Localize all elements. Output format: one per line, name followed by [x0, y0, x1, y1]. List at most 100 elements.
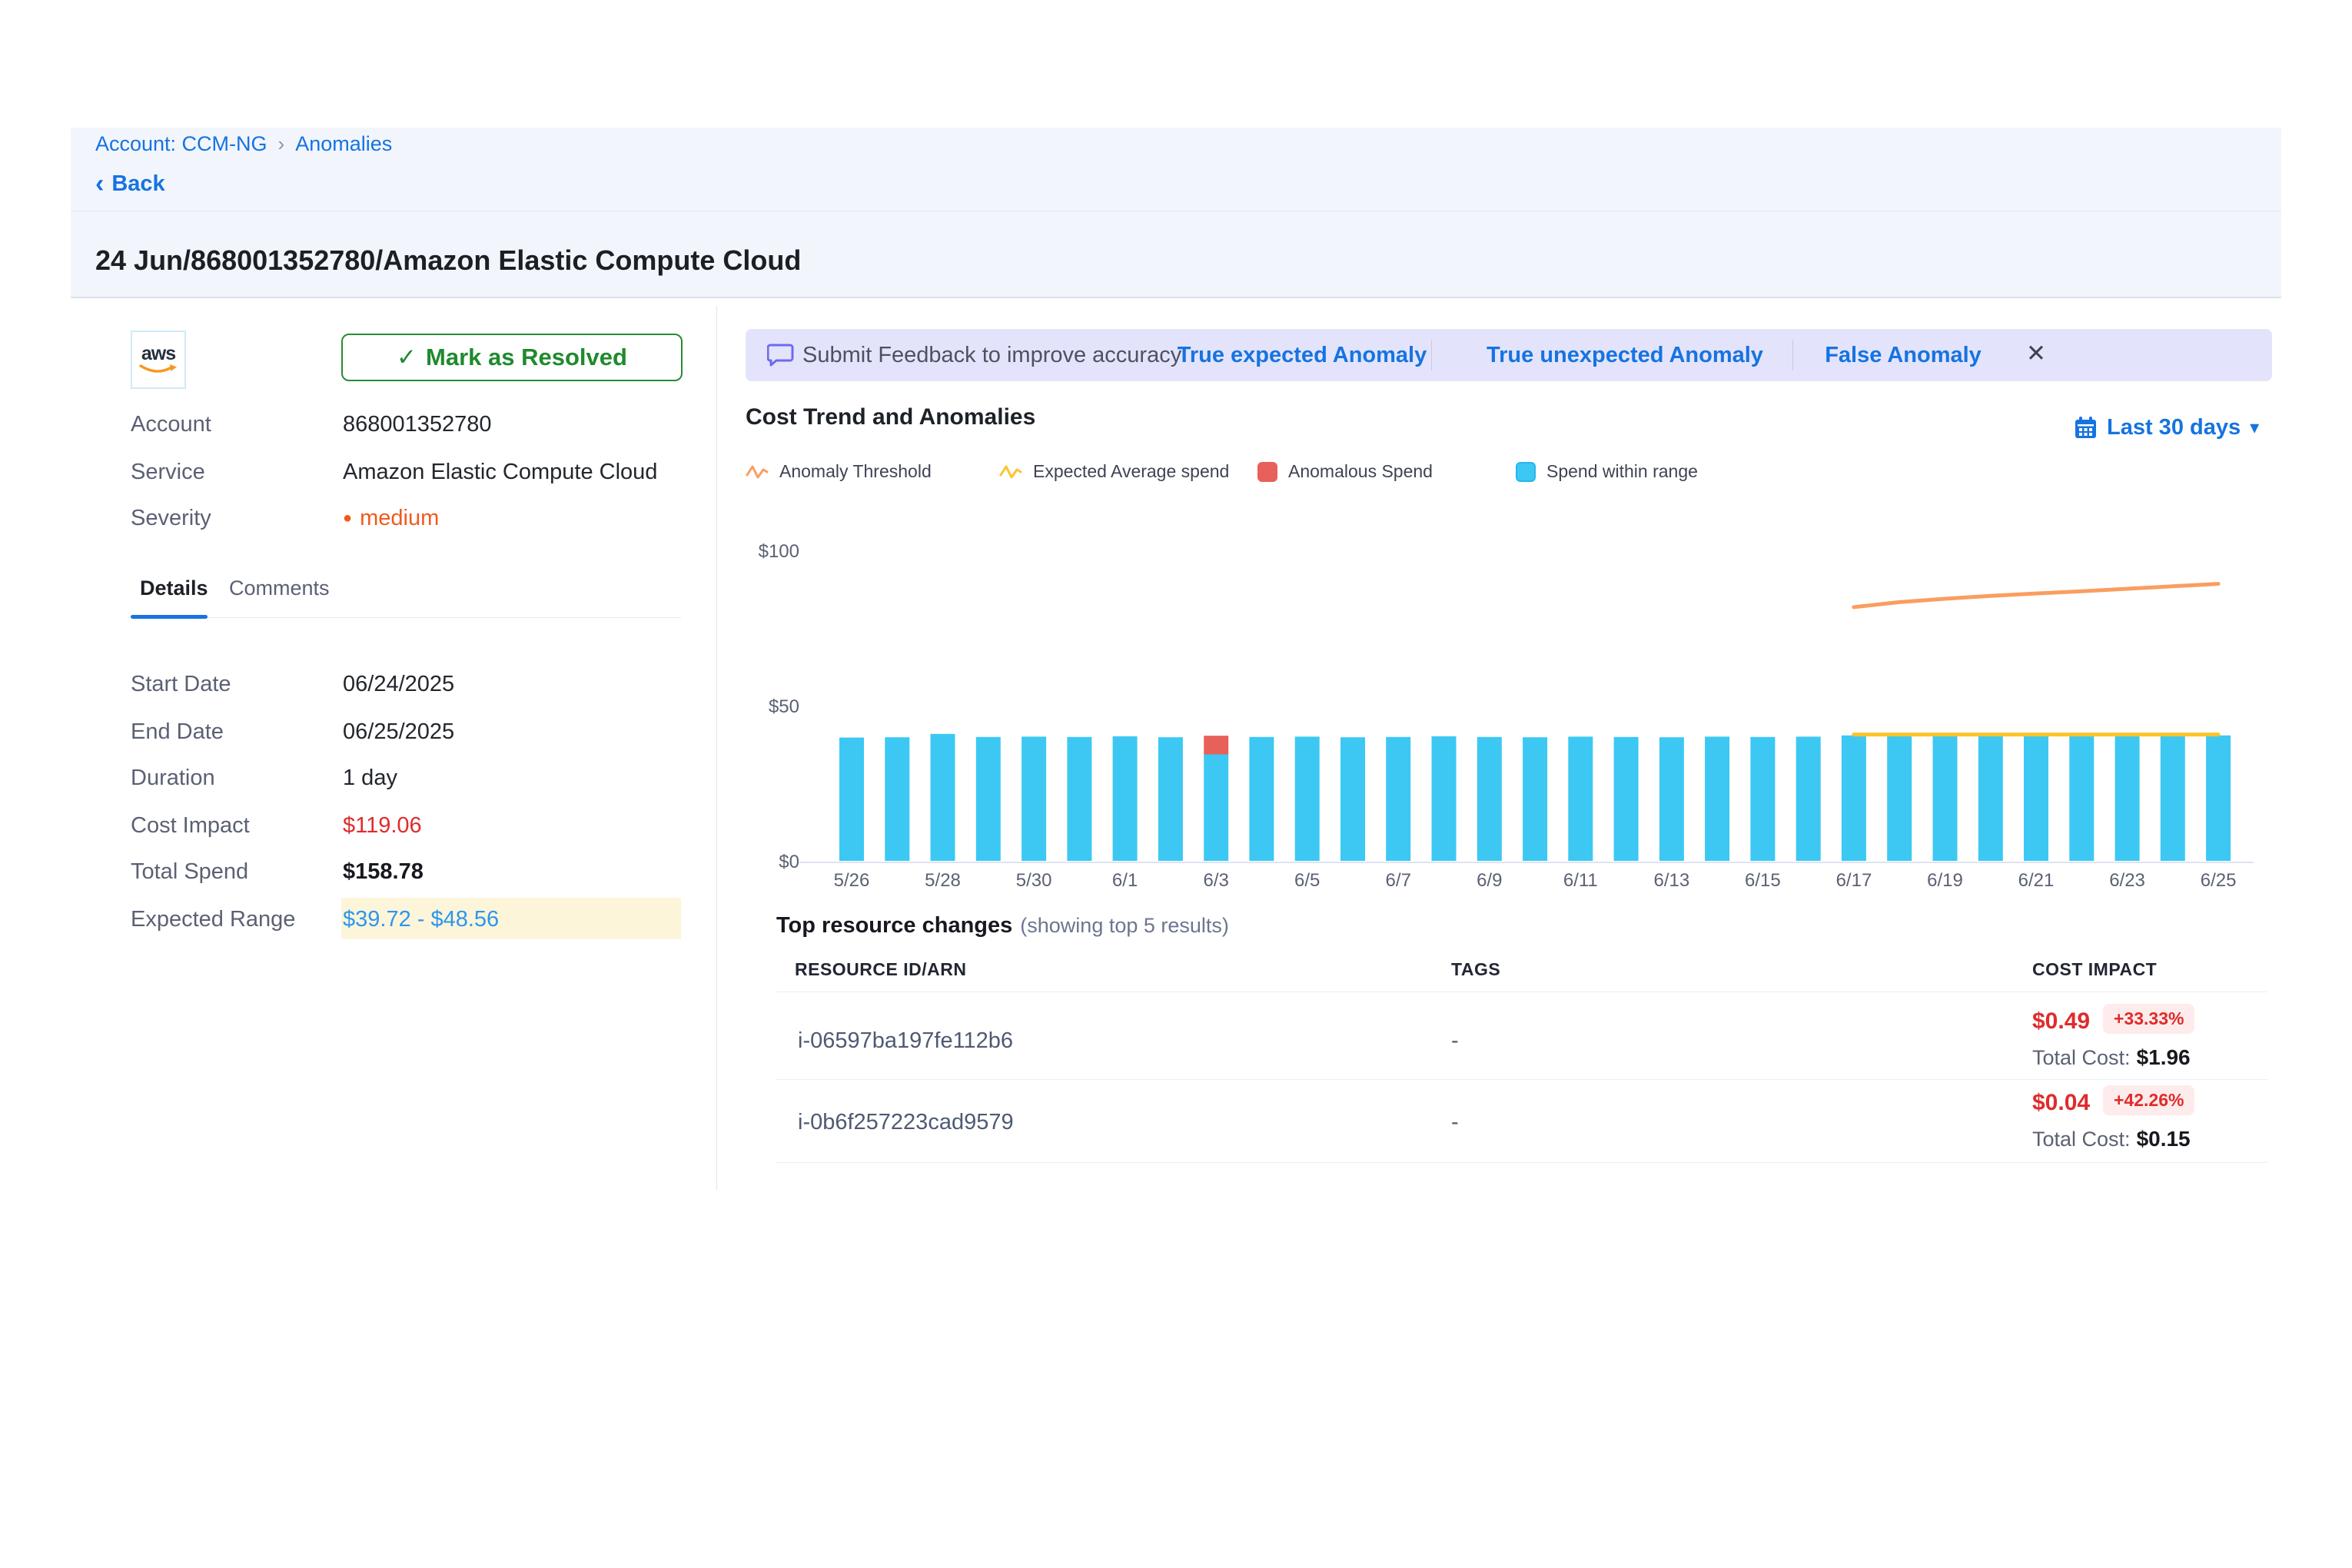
feedback-true-expected-button[interactable]: True expected Anomaly — [1171, 343, 1433, 368]
breadcrumb-account-link[interactable]: Account: CCM-NG — [95, 132, 267, 156]
breadcrumb-anomalies-link[interactable]: Anomalies — [295, 132, 392, 156]
total-cost-value: $1.96 — [2137, 1045, 2191, 1069]
back-button[interactable]: ‹ Back — [95, 171, 165, 197]
back-label: Back — [111, 171, 164, 197]
banner-divider — [1431, 340, 1432, 370]
tab-active-underline — [131, 615, 208, 619]
xtick-label: 6/13 — [1633, 870, 1710, 892]
date-range-label: Last 30 days — [2107, 415, 2241, 440]
breadcrumb: Account: CCM-NG › Anomalies — [95, 132, 392, 156]
aws-logo-text: aws — [141, 344, 175, 364]
start-date-label: Start Date — [131, 672, 338, 697]
tab-border — [131, 617, 681, 618]
severity-text: medium — [360, 506, 439, 530]
chart-legend: Anomaly Threshold Expected Average spend… — [746, 461, 1698, 482]
xtick-label: 5/30 — [995, 870, 1072, 892]
threshold-line-icon — [746, 462, 769, 482]
service-value: Amazon Elastic Compute Cloud — [343, 460, 657, 485]
duration-label: Duration — [131, 766, 338, 791]
cost-impact-label: Cost Impact — [131, 813, 338, 839]
total-cost-value: $0.15 — [2137, 1127, 2191, 1151]
legend-anomaly-threshold: Anomaly Threshold — [746, 461, 999, 482]
account-label: Account — [131, 412, 331, 437]
xtick-label: 6/15 — [1724, 870, 1801, 892]
legend-expected-average: Expected Average spend — [999, 461, 1257, 482]
duration-value: 1 day — [343, 766, 397, 791]
xtick-label: 6/23 — [2089, 870, 2166, 892]
xtick-label: 6/5 — [1269, 870, 1346, 892]
xtick-label: 6/25 — [2180, 870, 2257, 892]
tab-details[interactable]: Details — [140, 576, 208, 600]
service-label: Service — [131, 460, 331, 485]
xtick-label: 6/17 — [1815, 870, 1892, 892]
top-resources-title-text: Top resource changes — [776, 913, 1012, 938]
total-cost-label: Total Cost: — [2032, 1046, 2131, 1069]
table-divider — [776, 1079, 2267, 1080]
anomalous-swatch-icon — [1257, 462, 1277, 482]
cost-percent-badge: +33.33% — [2103, 1004, 2194, 1034]
resolve-button-label: Mark as Resolved — [426, 344, 627, 371]
banner-divider — [1792, 340, 1793, 370]
cost-impact-value: $119.06 — [343, 813, 422, 839]
table-row-tags: - — [1451, 1110, 1459, 1135]
end-date-value: 06/25/2025 — [343, 719, 454, 745]
feedback-close-icon[interactable]: ✕ — [2026, 340, 2046, 367]
severity-value: ● medium — [343, 506, 439, 531]
top-resources-subtitle: (showing top 5 results) — [1020, 914, 1229, 937]
panel-divider — [716, 306, 717, 1190]
x-axis-line — [799, 862, 2254, 863]
feedback-banner: Submit Feedback to improve accuracy: Tru… — [746, 329, 2272, 381]
table-divider — [776, 1162, 2267, 1163]
table-row-tags: - — [1451, 1028, 1459, 1054]
chart-title: Cost Trend and Anomalies — [746, 404, 1035, 430]
xtick-label: 5/28 — [905, 870, 982, 892]
feedback-prompt: Submit Feedback to improve accuracy: — [802, 343, 1188, 368]
xtick-label: 6/19 — [1906, 870, 1983, 892]
back-chevron-icon: ‹ — [95, 171, 104, 197]
xtick-label: 5/26 — [813, 870, 890, 892]
total-cost-line: Total Cost: $0.15 — [2032, 1127, 2191, 1151]
ytick-100: $100 — [692, 541, 799, 563]
mark-as-resolved-button[interactable]: ✓ Mark as Resolved — [341, 334, 683, 381]
breadcrumb-chevron-icon: › — [278, 132, 285, 156]
feedback-chat-icon — [767, 342, 795, 368]
table-row-resource-id: i-0b6f257223cad9579 — [798, 1110, 1014, 1135]
within-range-swatch-icon — [1516, 462, 1536, 482]
start-date-value: 06/24/2025 — [343, 672, 454, 697]
severity-dot-icon: ● — [343, 510, 352, 527]
top-resources-title: Top resource changes (showing top 5 resul… — [776, 913, 1229, 938]
xtick-label: 6/9 — [1451, 870, 1528, 892]
ytick-50: $50 — [692, 696, 799, 718]
column-tags: TAGS — [1451, 959, 1500, 980]
xtick-label: 6/3 — [1178, 870, 1254, 892]
total-spend-value: $158.78 — [343, 859, 424, 885]
legend-spend-within-range: Spend within range — [1516, 461, 1698, 482]
column-resource-id: RESOURCE ID/ARN — [795, 959, 966, 980]
date-range-picker[interactable]: Last 30 days ▾ — [2074, 415, 2259, 440]
xtick-label: 6/21 — [1998, 870, 2075, 892]
page-title: 24 Jun/868001352780/Amazon Elastic Compu… — [95, 244, 801, 277]
legend-anomalous-spend: Anomalous Spend — [1257, 461, 1516, 482]
aws-logo: aws — [131, 331, 186, 389]
total-spend-label: Total Spend — [131, 859, 338, 885]
expected-range-label: Expected Range — [131, 907, 338, 932]
caret-down-icon: ▾ — [2250, 417, 2259, 439]
check-icon: ✓ — [397, 344, 417, 371]
xtick-label: 6/7 — [1360, 870, 1437, 892]
end-date-label: End Date — [131, 719, 338, 745]
table-row-resource-id: i-06597ba197fe112b6 — [798, 1028, 1013, 1054]
feedback-false-anomaly-button[interactable]: False Anomaly — [1811, 343, 1995, 368]
tab-comments[interactable]: Comments — [229, 576, 330, 600]
total-cost-label: Total Cost: — [2032, 1128, 2131, 1151]
cost-percent-badge: +42.26% — [2103, 1085, 2194, 1115]
table-row-cost: $0.04 — [2032, 1090, 2090, 1116]
xtick-label: 6/11 — [1542, 870, 1619, 892]
total-cost-line: Total Cost: $1.96 — [2032, 1045, 2191, 1070]
calendar-icon — [2074, 416, 2098, 440]
aws-smile-icon — [139, 364, 178, 375]
severity-label: Severity — [131, 506, 331, 531]
account-value: 868001352780 — [343, 412, 492, 437]
ytick-0: $0 — [692, 852, 799, 873]
expected-line-icon — [999, 462, 1022, 482]
feedback-true-unexpected-button[interactable]: True unexpected Anomaly — [1487, 343, 1763, 368]
